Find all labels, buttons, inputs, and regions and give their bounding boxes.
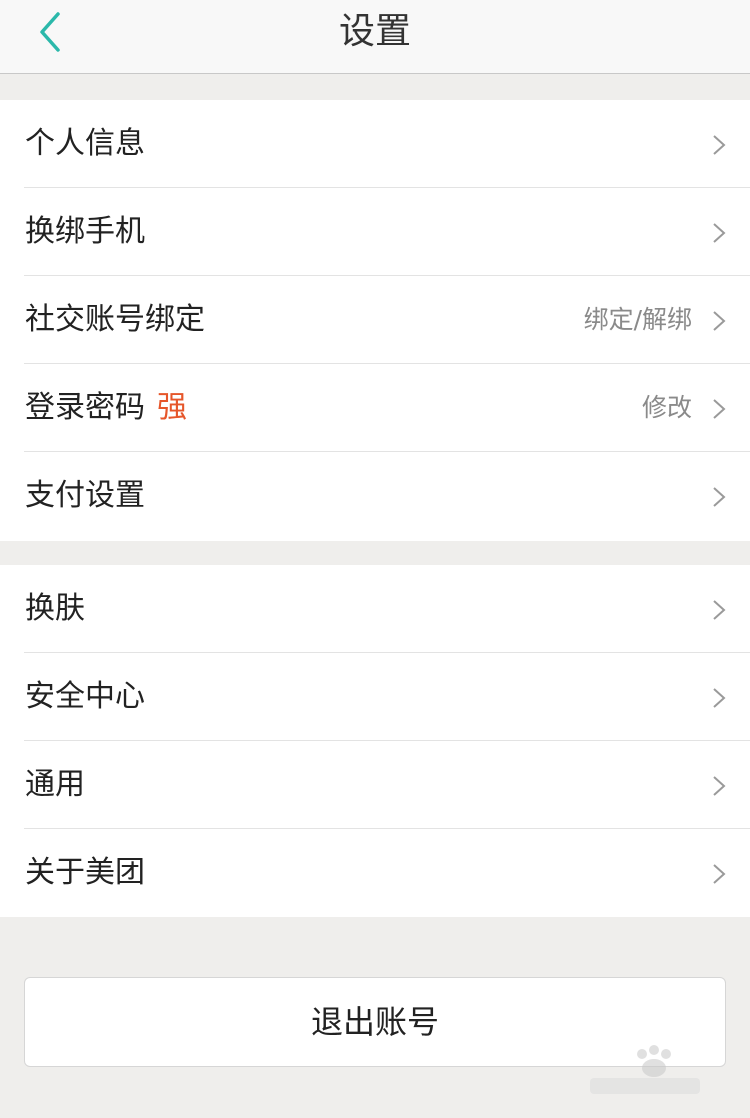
chevron-right-icon xyxy=(713,311,726,331)
settings-group-general: 换肤 安全中心 通用 关于美团 xyxy=(0,565,750,917)
row-label: 换绑手机 xyxy=(25,214,145,249)
row-general[interactable]: 通用 xyxy=(0,741,750,829)
chevron-right-icon xyxy=(713,135,726,155)
row-label: 社交账号绑定 xyxy=(25,302,205,337)
row-social-account-binding[interactable]: 社交账号绑定 绑定/解绑 xyxy=(0,276,750,364)
row-value: 修改 xyxy=(641,393,692,422)
settings-group-account: 个人信息 换绑手机 社交账号绑定 绑定/解绑 登录密码强 修改 支付设置 xyxy=(0,100,750,541)
chevron-right-icon xyxy=(713,776,726,796)
row-label: 支付设置 xyxy=(25,478,145,513)
row-label: 个人信息 xyxy=(25,126,145,161)
password-strength-badge: 强 xyxy=(157,390,187,425)
row-value: 绑定/解绑 xyxy=(583,305,692,334)
row-change-phone[interactable]: 换绑手机 xyxy=(0,188,750,276)
logout-button[interactable]: 退出账号 xyxy=(24,977,726,1067)
page-title: 设置 xyxy=(338,11,411,52)
chevron-right-icon xyxy=(713,864,726,884)
row-label: 关于美团 xyxy=(25,855,145,890)
row-login-password[interactable]: 登录密码强 修改 xyxy=(0,364,750,452)
chevron-right-icon xyxy=(713,399,726,419)
row-about[interactable]: 关于美团 xyxy=(0,829,750,917)
navigation-bar: 设置 xyxy=(0,0,750,74)
row-label-text: 登录密码 xyxy=(25,390,145,425)
chevron-right-icon xyxy=(713,688,726,708)
row-label: 安全中心 xyxy=(25,679,145,714)
chevron-right-icon xyxy=(713,600,726,620)
chevron-right-icon xyxy=(713,223,726,243)
row-security-center[interactable]: 安全中心 xyxy=(0,653,750,741)
row-skin[interactable]: 换肤 xyxy=(0,565,750,653)
chevron-right-icon xyxy=(713,487,726,507)
row-label: 通用 xyxy=(25,767,85,802)
row-personal-info[interactable]: 个人信息 xyxy=(0,100,750,188)
row-payment-settings[interactable]: 支付设置 xyxy=(0,452,750,540)
row-label: 换肤 xyxy=(25,591,85,626)
row-label: 登录密码强 xyxy=(25,364,187,452)
